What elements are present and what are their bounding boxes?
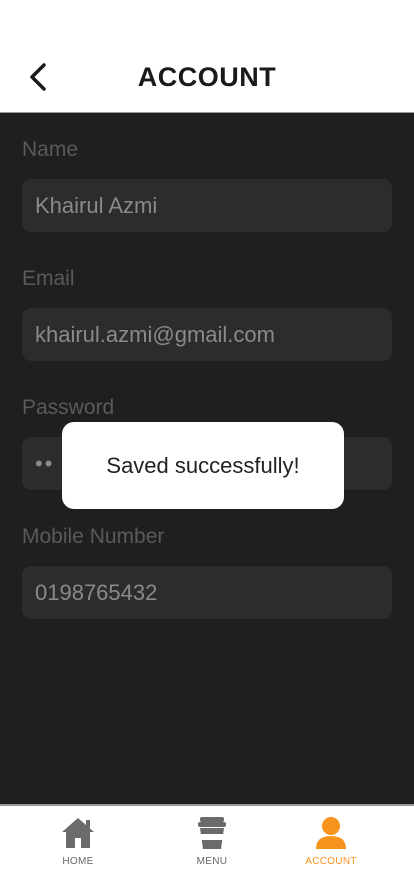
mobile-field[interactable] [22, 566, 392, 619]
password-label: Password [22, 396, 115, 419]
page-title: ACCOUNT [137, 62, 277, 92]
nav-label-menu: MENU [196, 856, 228, 867]
email-field[interactable] [22, 308, 392, 361]
nav-item-menu[interactable]: MENU [162, 816, 262, 867]
bottom-nav: HOME MENU ACCOUNT [0, 804, 414, 896]
mobile-label: Mobile Number [22, 525, 165, 548]
name-field[interactable] [22, 179, 392, 232]
password-dots[interactable]: •• [35, 451, 54, 477]
name-label: Name [22, 138, 79, 161]
header: ACCOUNT [0, 0, 414, 113]
mobile-input[interactable] [35, 579, 379, 606]
home-icon [62, 818, 94, 848]
nav-label-home: HOME [62, 856, 94, 867]
email-label: Email [22, 267, 75, 290]
toast-message: Saved successfully! [62, 422, 344, 509]
name-input[interactable] [35, 192, 379, 219]
coffee-cup-icon [198, 817, 226, 849]
nav-item-home[interactable]: HOME [28, 816, 128, 867]
account-screen: ACCOUNT Name Email Password •• Mobile Nu… [0, 0, 414, 896]
email-input[interactable] [35, 321, 379, 348]
nav-item-account[interactable]: ACCOUNT [281, 816, 381, 867]
user-icon [316, 817, 346, 849]
nav-label-account: ACCOUNT [305, 856, 357, 867]
